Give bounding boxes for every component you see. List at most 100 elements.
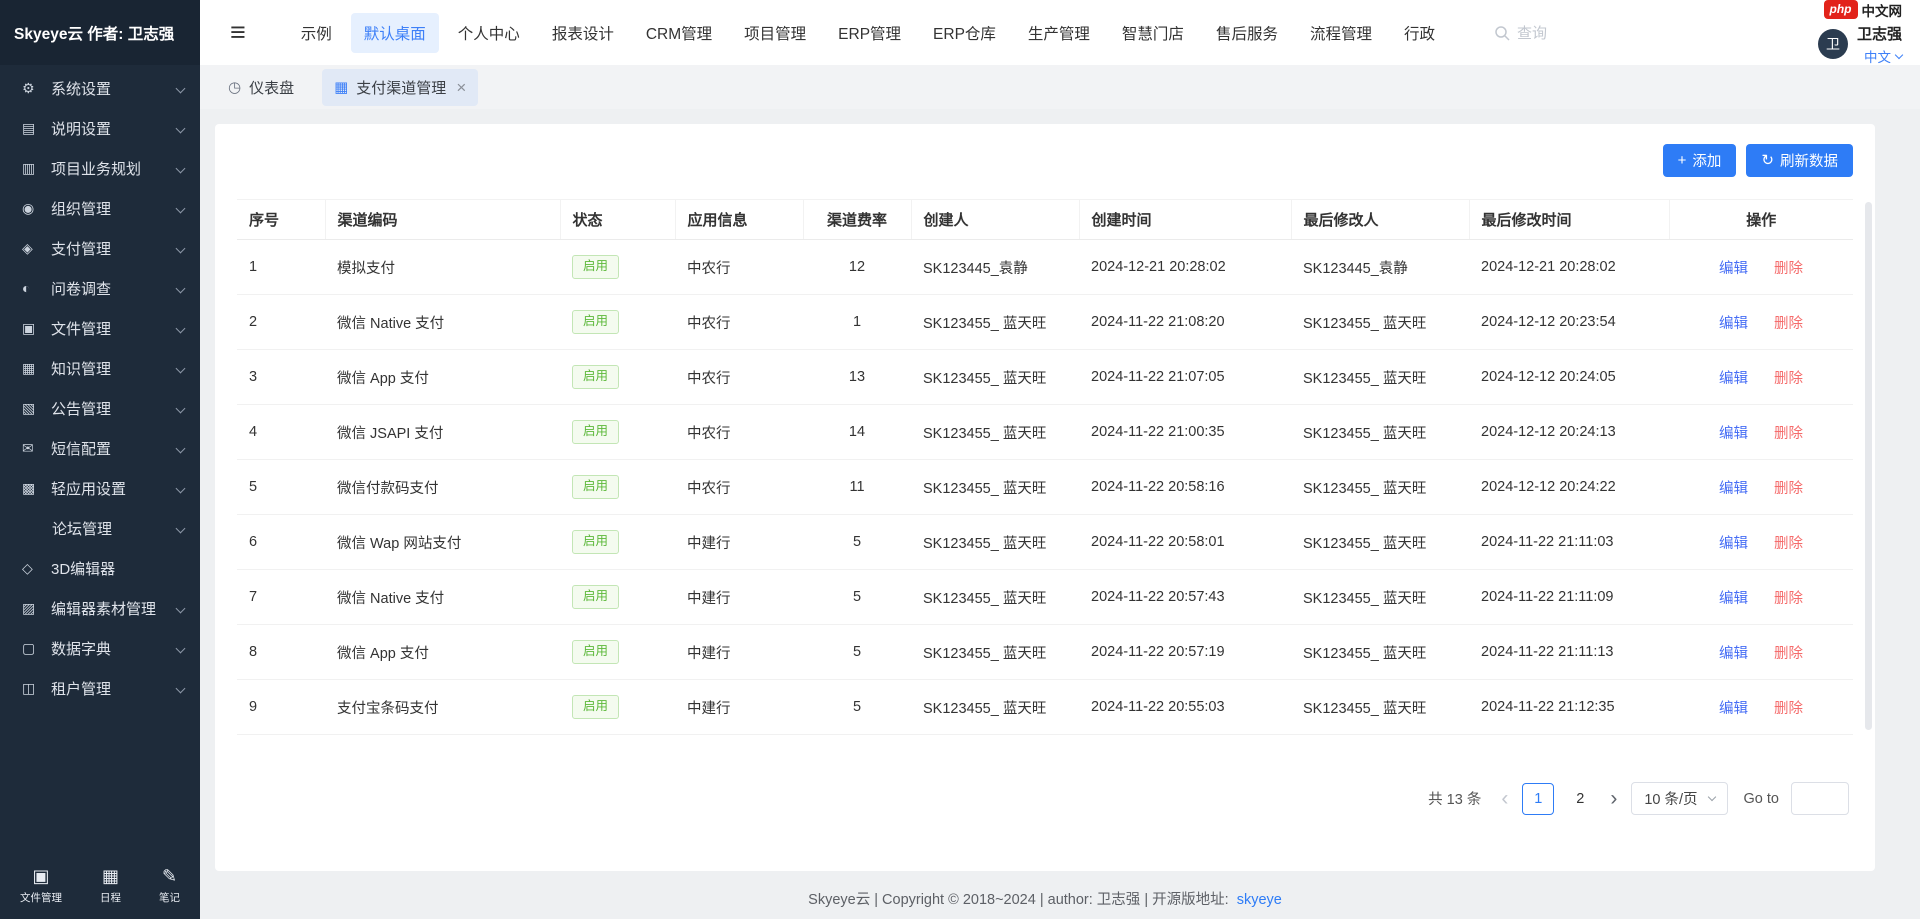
sidebar-item-payment-management[interactable]: ◈ 支付管理 [0,228,200,268]
delete-link[interactable]: 删除 [1774,481,1803,497]
delete-link[interactable]: 删除 [1774,646,1803,662]
nav-item-report-design[interactable]: 报表设计 [539,13,627,53]
language-selector[interactable]: 中文 [1864,46,1902,66]
sidebar-item-forum-management[interactable]: 论坛管理 [0,508,200,548]
sidebar-menu: ⚙ 系统设置 ▤ 说明设置 ▥ 项目业务规划 ◉ [0,65,200,708]
sidebar-item-sms-config[interactable]: ✉ 短信配置 [0,428,200,468]
nav-item-personal-center[interactable]: 个人中心 [445,13,533,53]
table-row: 3 微信 App 支付 启用 中农行 13 SK123455_ 蓝天旺 2024… [237,350,1853,405]
cell-modifier: SK123455_ 蓝天旺 [1291,295,1469,350]
sidebar-item-announcement-management[interactable]: ▧ 公告管理 [0,388,200,428]
nav-item-administration[interactable]: 行政 [1391,13,1448,53]
cell-status: 启用 [560,460,675,515]
top-nav-items: 示例 默认桌面 个人中心 报表设计 CRM管理 项目管理 ERP管理 ERP仓库… [288,13,1448,53]
tab-dashboard[interactable]: ◷ 仪表盘 × [216,69,306,106]
edit-link[interactable]: 编辑 [1719,481,1748,497]
footer-link[interactable]: skyeye [1237,892,1282,908]
edit-link[interactable]: 编辑 [1719,646,1748,662]
nav-item-workflow[interactable]: 流程管理 [1297,13,1385,53]
cell-creator: SK123455_ 蓝天旺 [911,350,1079,405]
nav-item-default-desktop[interactable]: 默认桌面 [351,13,439,53]
folder-icon: ▣ [32,867,49,885]
nav-item-smart-store[interactable]: 智慧门店 [1109,13,1197,53]
bottom-item-label: 笔记 [159,890,180,905]
add-button[interactable]: + 添加 [1663,144,1737,177]
edit-link[interactable]: 编辑 [1719,426,1748,442]
sidebar-item-organization-management[interactable]: ◉ 组织管理 [0,188,200,228]
sidebar-item-label: 编辑器素材管理 [51,598,156,619]
search-input[interactable]: 查询 [1494,22,1547,43]
cell-channel-code: 模拟支付 [325,240,560,295]
sidebar-item-label: 短信配置 [51,438,111,459]
cell-creator: SK123455_ 蓝天旺 [911,625,1079,680]
sidebar-item-file-management[interactable]: ▣ 文件管理 [0,308,200,348]
delete-link[interactable]: 删除 [1774,261,1803,277]
bottom-item-schedule[interactable]: ▦ 日程 [100,867,121,905]
delete-link[interactable]: 删除 [1774,591,1803,607]
page-number[interactable]: 2 [1564,783,1596,815]
prev-page-icon[interactable]: ‹ [1499,788,1510,809]
sidebar-item-project-business-plan[interactable]: ▥ 项目业务规划 [0,148,200,188]
delete-link[interactable]: 删除 [1774,371,1803,387]
sidebar-item-3d-editor[interactable]: ◇ 3D编辑器 [0,548,200,588]
sidebar-item-questionnaire-survey[interactable]: ◐ 问卷调查 [0,268,200,308]
chevron-down-icon [176,643,186,653]
edit-link[interactable]: 编辑 [1719,536,1748,552]
status-badge: 启用 [572,255,619,279]
next-page-icon[interactable]: › [1608,788,1619,809]
edit-link[interactable]: 编辑 [1719,591,1748,607]
menu-toggle-icon[interactable]: ≡ [230,19,246,46]
table-row: 5 微信付款码支付 启用 中农行 11 SK123455_ 蓝天旺 2024-1… [237,460,1853,515]
sidebar-item-description-settings[interactable]: ▤ 说明设置 [0,108,200,148]
close-icon[interactable]: × [456,79,466,96]
delete-link[interactable]: 删除 [1774,536,1803,552]
cell-modified-time: 2024-12-12 20:23:54 [1469,295,1669,350]
vertical-scrollbar[interactable] [1865,202,1872,730]
sidebar-item-light-app-settings[interactable]: ▩ 轻应用设置 [0,468,200,508]
grid-icon: ▦ [334,80,348,95]
nav-item-erp-warehouse[interactable]: ERP仓库 [920,13,1009,53]
tab-payment-channel-management[interactable]: ▦ 支付渠道管理 × [322,69,478,106]
nav-item-examples[interactable]: 示例 [288,13,345,53]
nav-item-after-sales[interactable]: 售后服务 [1203,13,1291,53]
nav-item-project[interactable]: 项目管理 [731,13,819,53]
nav-item-production[interactable]: 生产管理 [1015,13,1103,53]
edit-link[interactable]: 编辑 [1719,701,1748,717]
pagination-total: 共 13 条 [1428,788,1481,809]
nav-item-erp[interactable]: ERP管理 [825,13,914,53]
page-number[interactable]: 1 [1522,783,1554,815]
refresh-button-label: 刷新数据 [1780,150,1838,171]
search-icon [1494,25,1510,41]
bottom-item-notes[interactable]: ✎ 笔记 [159,867,180,905]
page-size-select[interactable]: 10 条/页 [1631,782,1727,815]
cell-operations: 编辑 删除 [1669,460,1853,515]
cell-index: 2 [237,295,325,350]
delete-link[interactable]: 删除 [1774,316,1803,332]
goto-page-input[interactable] [1791,782,1849,815]
cell-created-time: 2024-12-21 20:28:02 [1079,240,1291,295]
cell-rate: 13 [803,350,911,405]
cell-creator: SK123455_ 蓝天旺 [911,405,1079,460]
table-row: 9 支付宝条码支付 启用 中建行 5 SK123455_ 蓝天旺 2024-11… [237,680,1853,735]
user-name[interactable]: 卫志强 [1857,23,1902,44]
bottom-item-file-management[interactable]: ▣ 文件管理 [20,867,62,905]
column-header: 状态 [560,200,675,240]
sidebar-item-knowledge-management[interactable]: ▦ 知识管理 [0,348,200,388]
delete-link[interactable]: 删除 [1774,701,1803,717]
sidebar-item-editor-material[interactable]: ▨ 编辑器素材管理 [0,588,200,628]
table-row: 1 模拟支付 启用 中农行 12 SK123445_袁静 2024-12-21 … [237,240,1853,295]
edit-link[interactable]: 编辑 [1719,316,1748,332]
refresh-button[interactable]: ↻ 刷新数据 [1746,144,1853,177]
edit-link[interactable]: 编辑 [1719,371,1748,387]
sidebar-item-data-dictionary[interactable]: ▢ 数据字典 [0,628,200,668]
column-header: 创建人 [911,200,1079,240]
cell-modifier: SK123445_袁静 [1291,240,1469,295]
sidebar-item-system-settings[interactable]: ⚙ 系统设置 [0,68,200,108]
cube-icon: ◇ [22,560,41,577]
avatar[interactable]: 卫 [1818,29,1848,59]
edit-link[interactable]: 编辑 [1719,261,1748,277]
delete-link[interactable]: 删除 [1774,426,1803,442]
sidebar-item-tenant-management[interactable]: ◫ 租户管理 [0,668,200,708]
cell-rate: 5 [803,515,911,570]
nav-item-crm[interactable]: CRM管理 [633,13,725,53]
